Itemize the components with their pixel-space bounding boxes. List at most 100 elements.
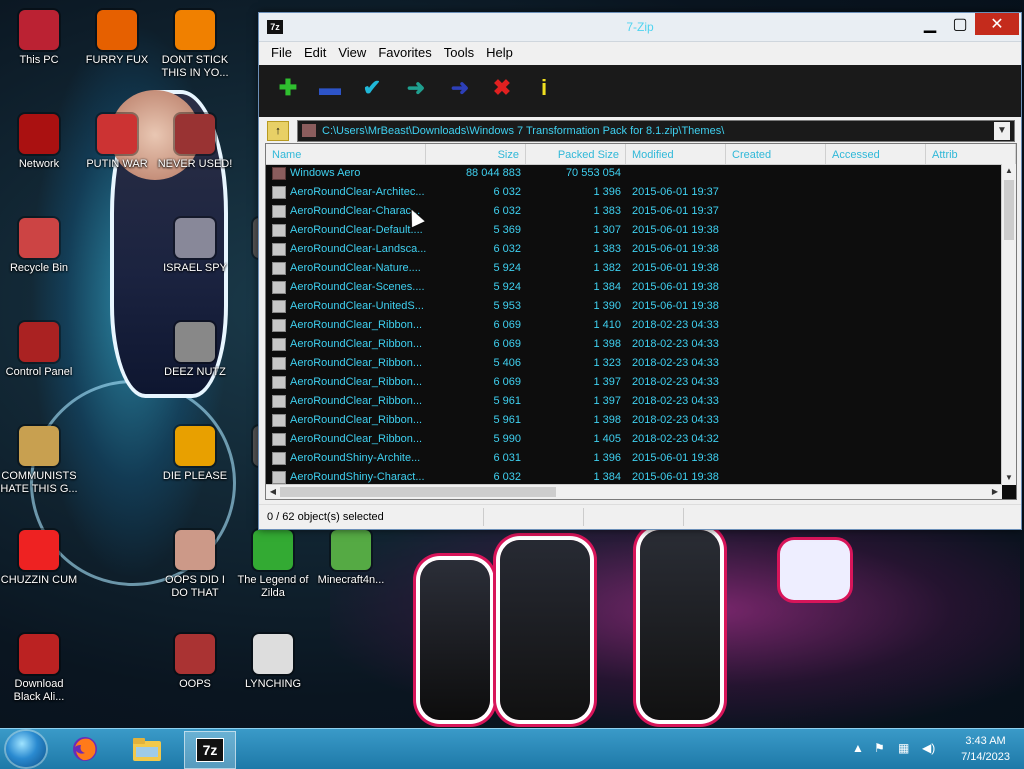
desktop-icon[interactable]: PUTIN WAR <box>78 114 156 171</box>
desktop-icon-label: OOPS <box>179 678 211 690</box>
desktop-icon[interactable]: Control Panel <box>0 322 78 379</box>
desktop-icon[interactable]: This PC <box>0 10 78 67</box>
list-item[interactable]: AeroRoundShiny-Charact... 6 032 1 384 2015-… <box>266 468 1002 485</box>
desktop-icon-label: FURRY FUX <box>85 54 149 66</box>
desktop-icon[interactable]: DONT STICK THIS IN YO... <box>156 10 234 80</box>
desktop-icon[interactable]: FURRY FUX <box>78 10 156 67</box>
scroll-left-icon[interactable]: ◀ <box>266 485 280 499</box>
list-item[interactable]: AeroRoundClear_Ribbon... 6 069 1 397 2018-0… <box>266 373 1002 392</box>
list-item[interactable]: AeroRoundClear_Ribbon... 5 990 1 405 2018-0… <box>266 430 1002 449</box>
add-icon[interactable]: ✚ <box>273 73 303 103</box>
list-item[interactable]: AeroRoundClear-Landsca... 6 032 1 383 2015-… <box>266 240 1002 259</box>
menu-help[interactable]: Help <box>480 42 519 63</box>
desktop-icon[interactable]: ISRAEL SPY <box>156 218 234 275</box>
menu-tools[interactable]: Tools <box>438 42 480 63</box>
cell-name: AeroRoundClear_Ribbon... <box>290 395 423 407</box>
list-item[interactable]: AeroRoundClear_Ribbon... 5 406 1 323 2018-0… <box>266 354 1002 373</box>
column-header-modified[interactable]: Modified <box>626 144 726 164</box>
cell-modified: 2015-06-01 19:38 <box>632 471 719 483</box>
desktop-icon[interactable]: DIE PLEASE <box>156 426 234 483</box>
column-header-attrib[interactable]: Attrib <box>926 144 1016 164</box>
list-item[interactable]: AeroRoundShiny-Archite... 6 031 1 396 2015-… <box>266 449 1002 468</box>
column-header-created[interactable]: Created <box>726 144 826 164</box>
desktop-icon[interactable]: LYNCHING <box>234 634 312 691</box>
menu-file[interactable]: File <box>265 42 298 63</box>
delete-icon[interactable]: ✖ <box>487 73 517 103</box>
vertical-scrollbar[interactable]: ▲ ▼ <box>1001 164 1016 485</box>
archive-icon <box>302 124 316 137</box>
scroll-up-icon[interactable]: ▲ <box>1002 164 1016 178</box>
list-item[interactable]: AeroRoundClear-Scenes.... 5 924 1 384 2015-… <box>266 278 1002 297</box>
volume-icon[interactable]: ◀) <box>922 741 935 755</box>
list-header: Name Size Packed Size Modified Created Access… <box>266 144 1016 165</box>
sevenzip-window[interactable]: 7z 7-Zip ▁ ▢ ✕ File Edit View Favorites Tool… <box>258 12 1022 530</box>
list-item[interactable]: AeroRoundClear-Default.... 5 369 1 307 2015… <box>266 221 1002 240</box>
list-item[interactable]: AeroRoundClear-Architec... 6 032 1 396 2015… <box>266 183 1002 202</box>
list-item[interactable]: AeroRoundClear-UnitedS... 5 953 1 390 2015-… <box>266 297 1002 316</box>
cell-modified: 2018-02-23 04:33 <box>632 414 719 426</box>
list-item[interactable]: AeroRoundClear-Nature.... 5 924 1 382 2015-… <box>266 259 1002 278</box>
desktop-icon[interactable]: DEEZ NUTZ <box>156 322 234 379</box>
cell-size: 5 961 <box>493 414 521 426</box>
cell-modified: 2018-02-23 04:33 <box>632 338 719 350</box>
cell-modified: 2015-06-01 19:37 <box>632 205 719 217</box>
vertical-scroll-thumb[interactable] <box>1004 180 1014 240</box>
money-bag-icon <box>19 426 59 466</box>
firefox-icon <box>73 737 97 761</box>
desktop-icon[interactable]: OOPS DID I DO THAT <box>156 530 234 600</box>
file-list[interactable]: Name Size Packed Size Modified Created Access… <box>265 143 1017 500</box>
list-item[interactable]: Windows Aero 88 044 883 70 553 054 <box>266 164 1002 183</box>
desktop-icon[interactable]: Download Black Ali... <box>0 634 78 704</box>
maximize-button[interactable]: ▢ <box>945 13 975 35</box>
list-item[interactable]: AeroRoundClear_Ribbon... 6 069 1 410 2018-0… <box>266 316 1002 335</box>
extract-icon[interactable]: ▬ <box>315 73 345 103</box>
desktop-icon[interactable]: Network <box>0 114 78 171</box>
test-icon[interactable]: ✔ <box>357 73 387 103</box>
column-header-name[interactable]: Name <box>266 144 426 164</box>
column-header-size[interactable]: Size <box>426 144 526 164</box>
horizontal-scroll-thumb[interactable] <box>280 487 556 497</box>
horizontal-scrollbar[interactable]: ◀ ▶ <box>266 484 1002 499</box>
list-item[interactable]: AeroRoundClear_Ribbon... 5 961 1 397 2018-0… <box>266 392 1002 411</box>
menu-edit[interactable]: Edit <box>298 42 332 63</box>
desktop-icon[interactable]: NEVER USED! <box>156 114 234 171</box>
desktop-icon-label: PUTIN WAR <box>86 158 148 170</box>
network-tray-icon[interactable]: ▦ <box>898 741 909 755</box>
start-button[interactable] <box>6 731 46 767</box>
close-button[interactable]: ✕ <box>975 13 1019 35</box>
cell-size: 5 990 <box>493 433 521 445</box>
column-header-packed-size[interactable]: Packed Size <box>526 144 626 164</box>
scroll-right-icon[interactable]: ▶ <box>988 485 1002 499</box>
list-item[interactable]: AeroRoundClear_Ribbon... 6 069 1 398 2018-0… <box>266 335 1002 354</box>
up-folder-button[interactable]: ↑ <box>267 121 289 141</box>
menu-favorites[interactable]: Favorites <box>372 42 437 63</box>
copy-icon[interactable]: ➜ <box>401 73 431 103</box>
desktop-icon[interactable]: CHUZZIN CUM <box>0 530 78 587</box>
address-dropdown-icon[interactable]: ▼ <box>994 122 1010 140</box>
taskbar-7zip-button[interactable]: 7z <box>184 731 236 769</box>
move-icon[interactable]: ➜ <box>445 73 475 103</box>
cell-name: AeroRoundClear_Ribbon... <box>290 338 423 350</box>
desktop-icon[interactable]: Recycle Bin <box>0 218 78 275</box>
clock[interactable]: 3:43 AM 7/14/2023 <box>961 733 1010 765</box>
desktop-icon[interactable]: The Legend of Zilda <box>234 530 312 600</box>
desktop-icon[interactable]: COMMUNISTS HATE THIS G... <box>0 426 78 496</box>
scroll-down-icon[interactable]: ▼ <box>1002 471 1016 485</box>
column-header-accessed[interactable]: Accessed <box>826 144 926 164</box>
file-icon <box>272 205 286 218</box>
address-input[interactable]: C:\Users\MrBeast\Downloads\Windows 7 Tra… <box>297 120 1015 142</box>
minimize-button[interactable]: ▁ <box>915 13 945 35</box>
taskbar-firefox-button[interactable] <box>60 731 110 767</box>
list-item[interactable]: AeroRoundClear_Ribbon... 5 961 1 398 2018-0… <box>266 411 1002 430</box>
show-hidden-icon[interactable]: ▲ <box>852 741 864 755</box>
flag-icon[interactable]: ⚑ <box>874 741 885 755</box>
list-item[interactable]: AeroRoundClear-Charac... 6 032 1 383 2015-0… <box>266 202 1002 221</box>
desktop-icon[interactable]: OOPS <box>156 634 234 691</box>
cell-modified: 2018-02-23 04:33 <box>632 395 719 407</box>
desktop-icon[interactable]: Minecraft4n... <box>312 530 390 587</box>
clock-date: 7/14/2023 <box>961 751 1010 763</box>
taskbar-explorer-button[interactable] <box>122 731 172 767</box>
menu-view[interactable]: View <box>332 42 372 63</box>
info-icon[interactable]: i <box>529 73 559 103</box>
title-bar[interactable]: 7z 7-Zip ▁ ▢ ✕ <box>259 13 1021 42</box>
